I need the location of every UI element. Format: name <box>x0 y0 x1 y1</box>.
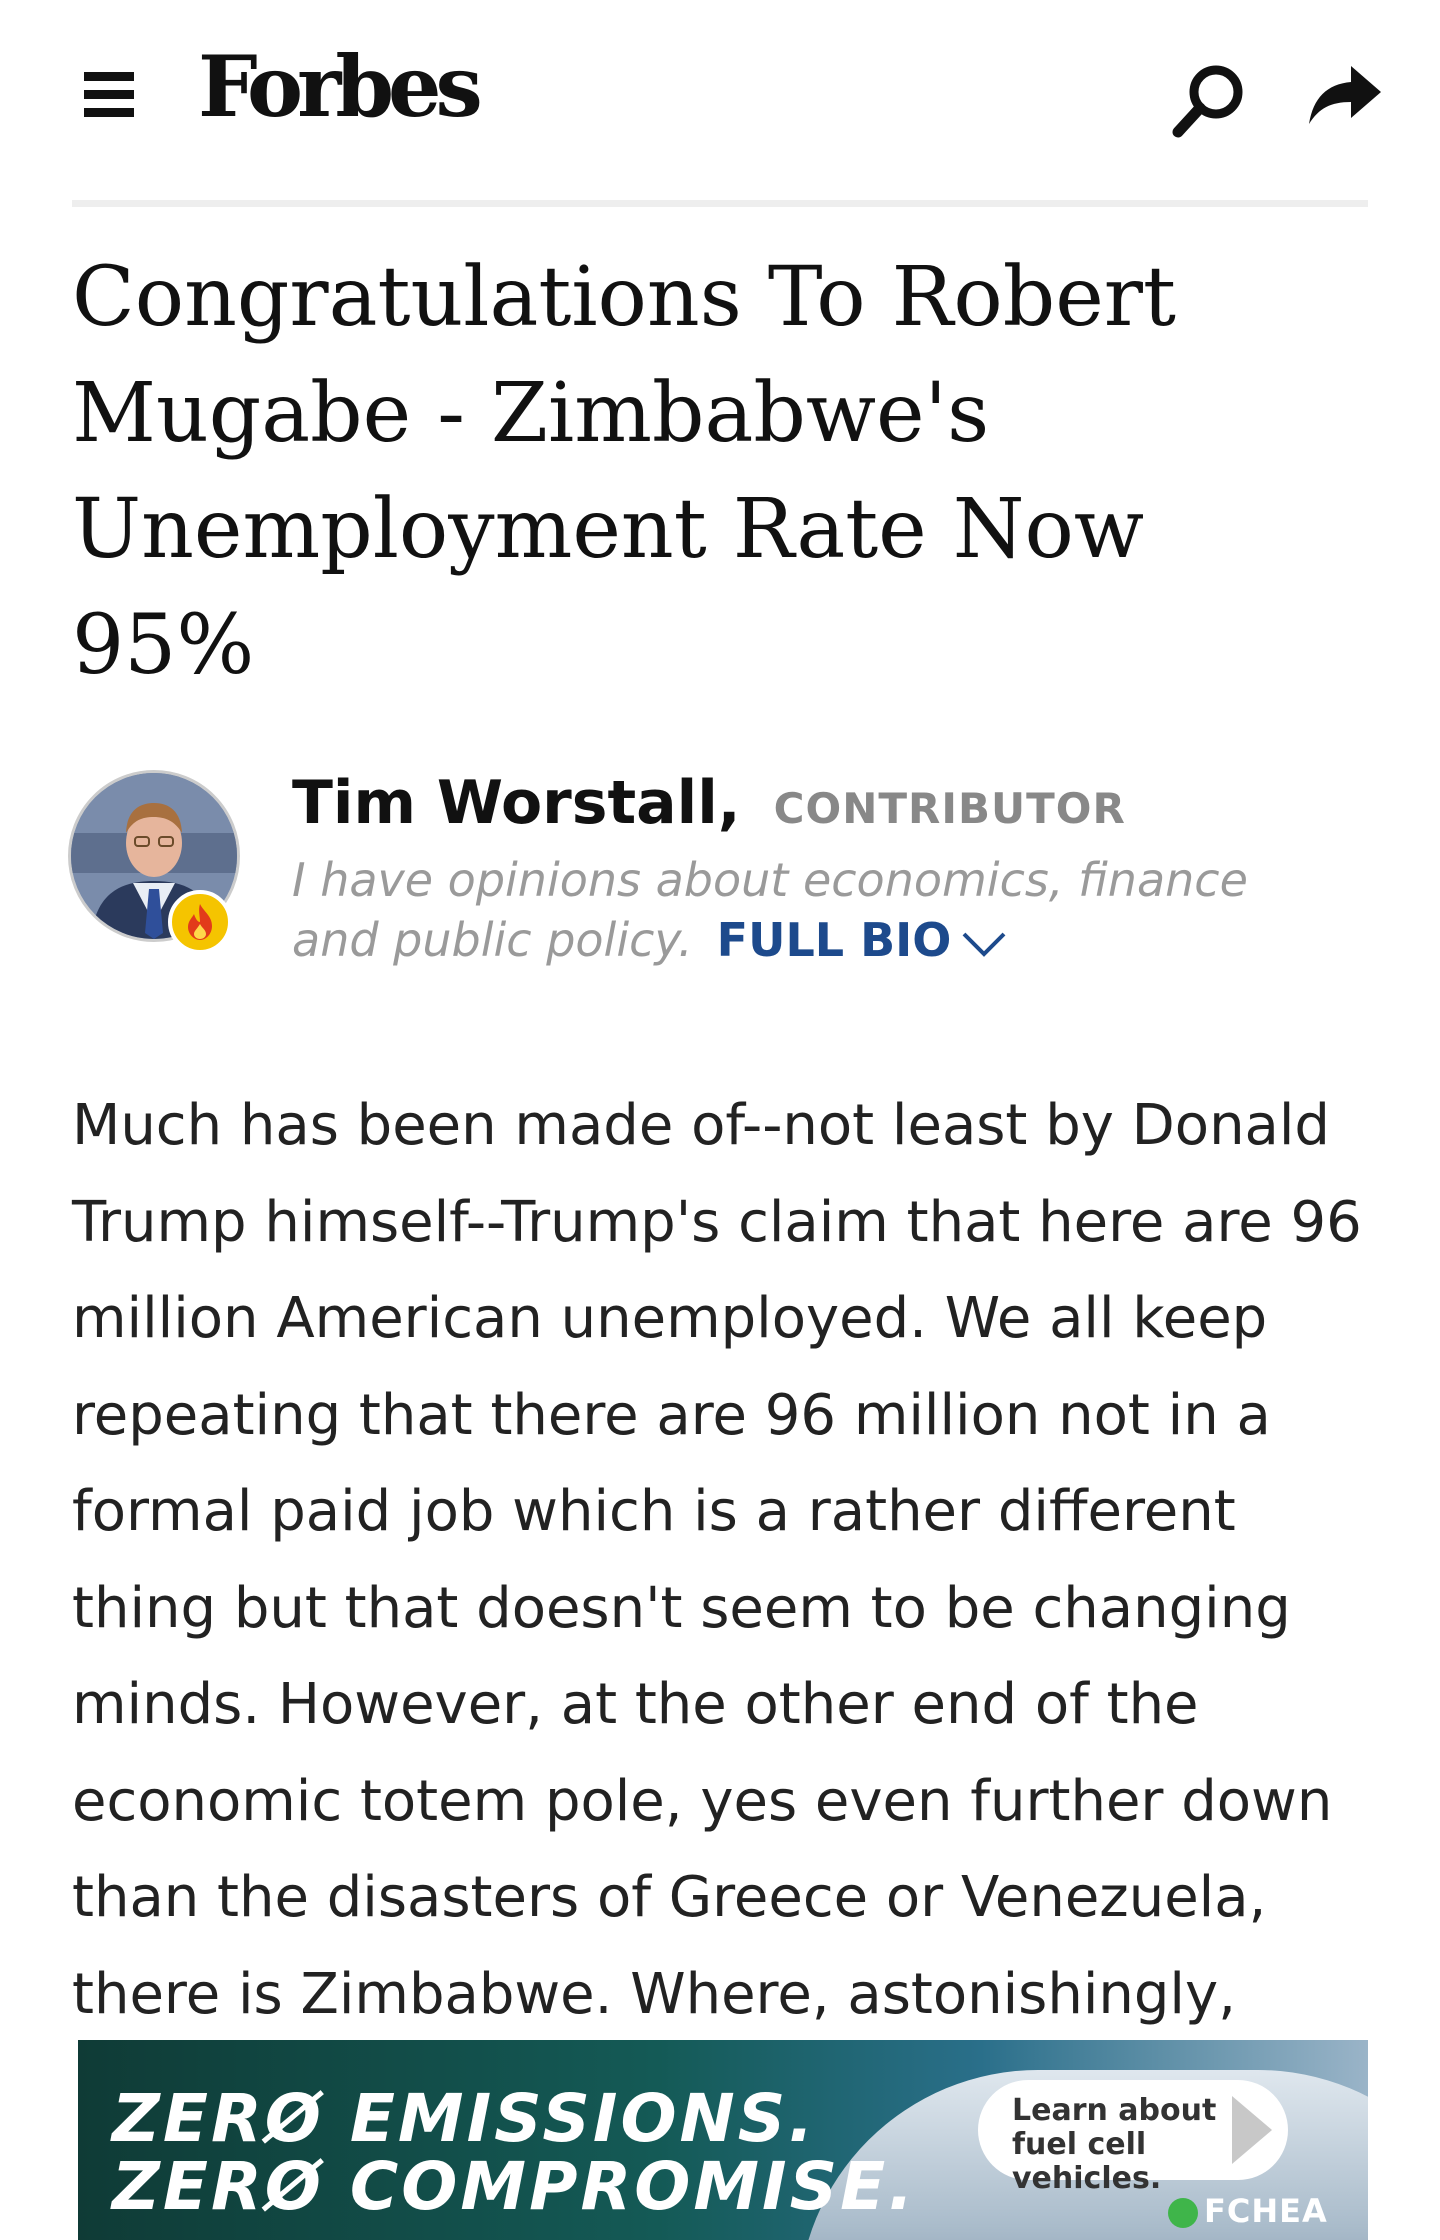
article-body: Much has been made of--not least by Dona… <box>72 1093 1362 2027</box>
full-bio-link[interactable]: FULL BIO <box>717 913 1008 967</box>
author-role: CONTRIBUTOR <box>773 784 1126 833</box>
full-bio-label: FULL BIO <box>716 913 952 967</box>
author-name[interactable]: Tim Worstall, <box>292 768 741 838</box>
author-bio: I have opinions about economics, finance… <box>292 850 1342 970</box>
ad-cta-button[interactable]: Learn about fuel cell vehicles. <box>978 2080 1288 2196</box>
header-divider <box>72 200 1368 207</box>
ad-headline-2: ZERØ COMPROMISE. <box>112 2148 917 2225</box>
chevron-down-icon <box>962 932 1006 957</box>
search-icon[interactable] <box>1170 60 1250 140</box>
share-icon[interactable] <box>1305 62 1385 128</box>
arrow-right-icon <box>1232 2096 1272 2164</box>
flame-icon <box>168 890 232 954</box>
forbes-logo[interactable]: Forbes <box>198 45 483 129</box>
ad-sponsor-logo: FCHEA <box>1168 2192 1328 2230</box>
sponsor-logo-icon <box>1168 2198 1198 2228</box>
ad-sponsor-name: FCHEA <box>1204 2192 1328 2230</box>
ad-banner[interactable]: ZERØ EMISSIONS. ZERØ COMPROMISE. Learn a… <box>78 2040 1368 2240</box>
article-title: Congratulations To Robert Mugabe - Zimba… <box>72 250 1176 693</box>
top-nav-bar: Forbes <box>0 0 1440 200</box>
hamburger-menu-icon[interactable] <box>84 72 134 118</box>
ad-headline-1: ZERØ EMISSIONS. <box>112 2080 817 2157</box>
author-byline: Tim Worstall, CONTRIBUTOR <box>292 768 1126 838</box>
